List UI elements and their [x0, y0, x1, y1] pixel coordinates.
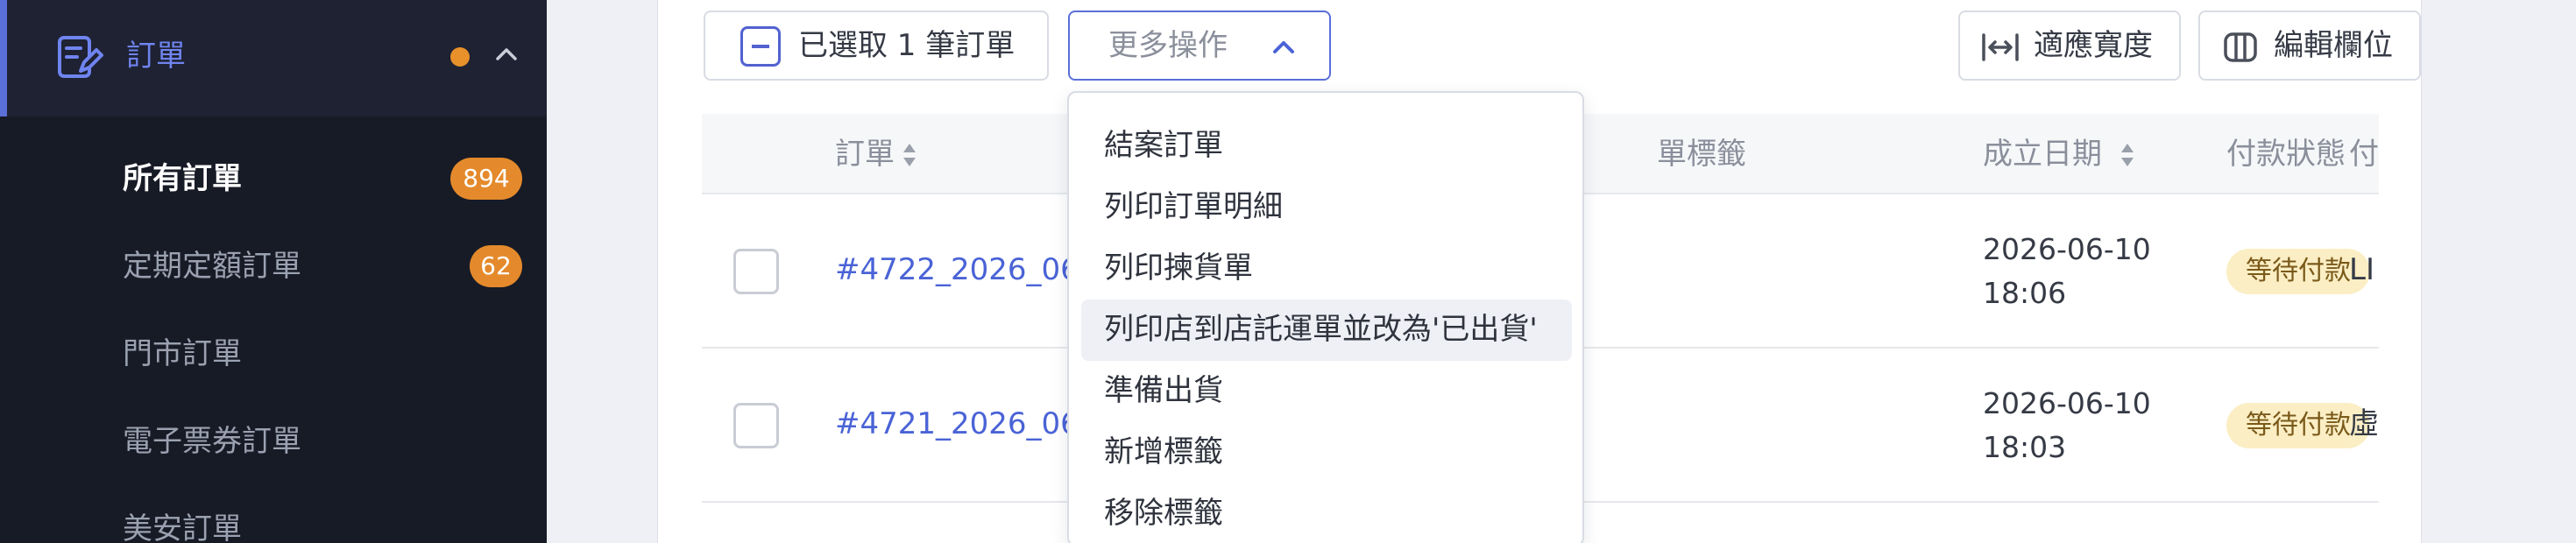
menu-item-print-picking-list[interactable]: 列印揀貨單 — [1104, 247, 1253, 289]
sidebar-item-eticket-orders[interactable]: 電子票券訂單 — [123, 420, 301, 462]
fit-width-icon — [1982, 33, 2019, 61]
created-date: 2026-06-10 — [1983, 386, 2151, 420]
sidebar-item-meian-orders[interactable]: 美安訂單 — [123, 508, 242, 543]
row-checkbox[interactable] — [733, 403, 779, 448]
created-date: 2026-06-10 — [1983, 232, 2151, 266]
column-header-payment-status[interactable]: 付款狀態 — [2226, 133, 2346, 175]
fit-width-label: 適應寬度 — [2034, 28, 2153, 63]
indeterminate-checkbox-icon — [740, 26, 781, 67]
column-header-created-date[interactable]: 成立日期 — [1983, 133, 2102, 175]
row-checkbox[interactable] — [733, 249, 779, 294]
more-actions-label: 更多操作 — [1108, 28, 1228, 63]
count-badge: 894 — [450, 158, 522, 200]
notification-dot — [450, 47, 470, 67]
menu-item-remove-tag[interactable]: 移除標籤 — [1104, 492, 1223, 534]
sort-icon[interactable] — [2120, 138, 2135, 172]
sort-icon[interactable] — [902, 138, 917, 172]
sidebar-section-orders[interactable]: 訂單 — [0, 0, 547, 116]
count-badge: 62 — [470, 245, 522, 287]
chevron-up-icon[interactable] — [492, 40, 520, 68]
edit-columns-label: 編輯欄位 — [2274, 28, 2393, 63]
more-actions-button[interactable]: 更多操作 — [1068, 11, 1331, 81]
more-actions-menu: 結案訂單 列印訂單明細 列印揀貨單 列印店到店託運單並改為'已出貨' 準備出貨 … — [1067, 91, 1584, 543]
column-header-next[interactable]: 付 — [2349, 133, 2379, 175]
menu-item-add-tag[interactable]: 新增標籤 — [1104, 431, 1223, 473]
sidebar: 訂單 所有訂單 894 定期定額訂單 62 門市訂單 電子票券訂單 美安訂單 — [0, 0, 547, 543]
selected-orders-button[interactable]: 已選取 1 筆訂單 — [704, 11, 1049, 81]
menu-item-prepare-shipment[interactable]: 準備出貨 — [1104, 370, 1223, 412]
sidebar-item-all-orders[interactable]: 所有訂單 — [123, 158, 242, 200]
menu-item-close-order[interactable]: 結案訂單 — [1104, 124, 1223, 166]
edit-columns-button[interactable]: 編輯欄位 — [2198, 11, 2421, 81]
order-edit-icon — [58, 36, 103, 78]
created-time: 18:06 — [1983, 276, 2067, 310]
menu-item-print-store-shipping-label[interactable]: 列印店到店託運單並改為'已出貨' — [1104, 308, 1538, 350]
chevron-up-icon — [1273, 41, 1294, 53]
truncated-cell: 虛 — [2349, 406, 2379, 441]
active-indicator — [0, 0, 7, 116]
column-header-tags[interactable]: 單標籤 — [1657, 133, 1746, 175]
sidebar-item-store-orders[interactable]: 門市訂單 — [123, 333, 242, 375]
truncated-cell: LI — [2349, 252, 2374, 287]
selected-orders-label: 已選取 1 筆訂單 — [798, 28, 1016, 63]
columns-icon — [2224, 32, 2257, 62]
fit-width-button[interactable]: 適應寬度 — [1958, 11, 2181, 81]
sidebar-item-subscription-orders[interactable]: 定期定額訂單 — [123, 245, 301, 287]
menu-item-print-order-details[interactable]: 列印訂單明細 — [1104, 186, 1283, 228]
created-time: 18:03 — [1983, 430, 2067, 464]
sidebar-section-label: 訂單 — [126, 39, 186, 74]
column-header-order[interactable]: 訂單 — [835, 133, 895, 175]
